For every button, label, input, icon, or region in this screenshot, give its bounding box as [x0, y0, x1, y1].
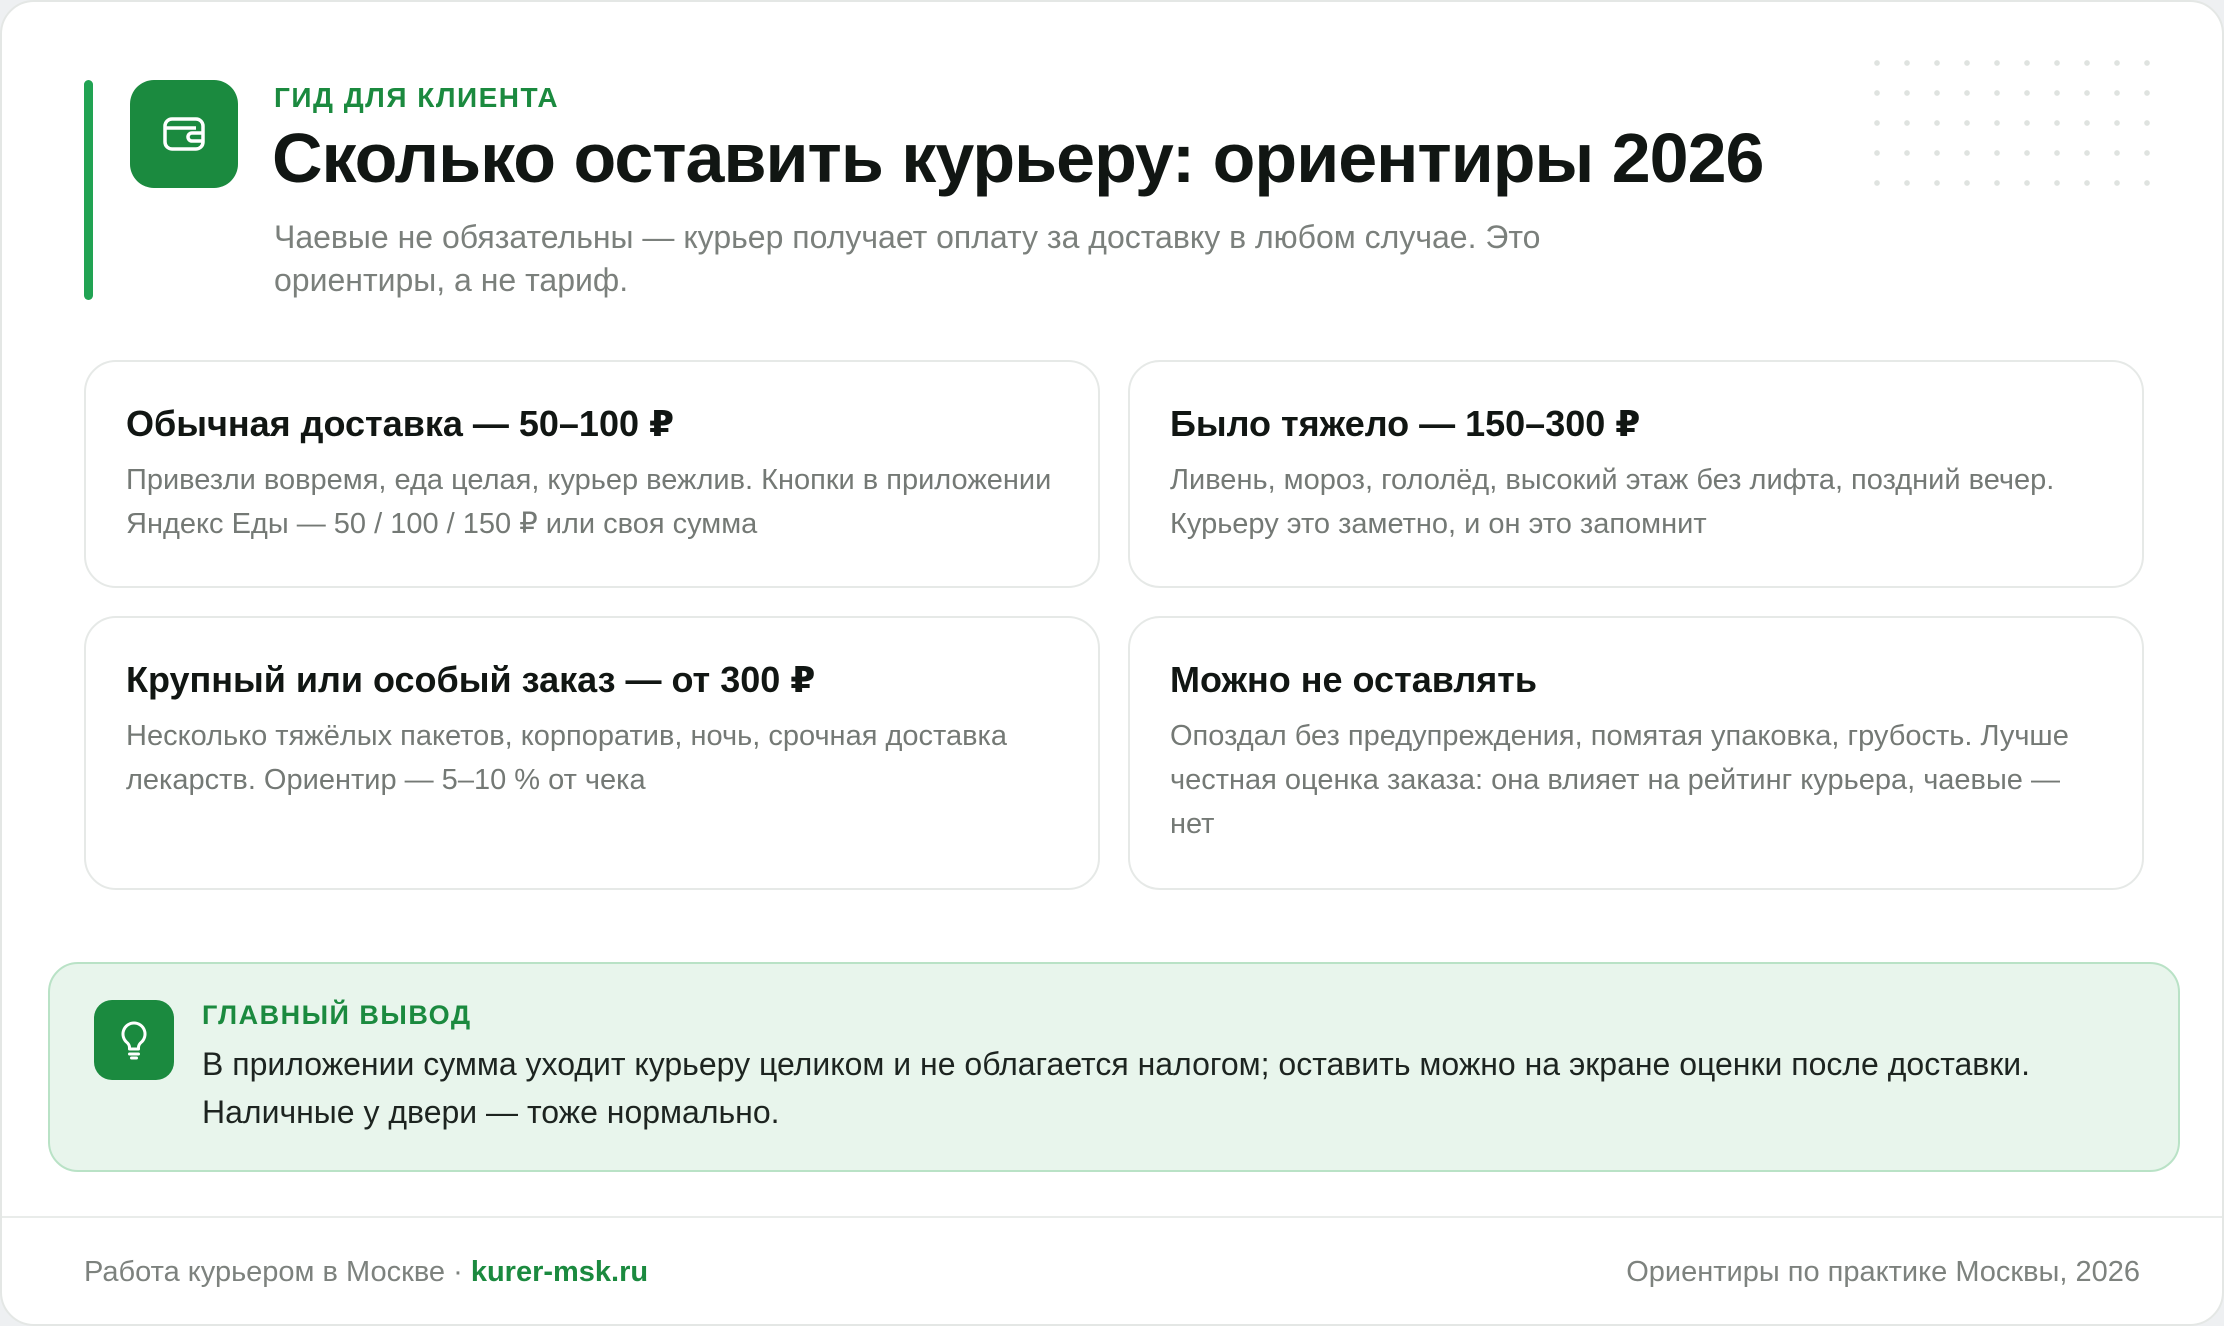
guide-page: ГИД ДЛЯ КЛИЕНТА Сколько оставить курьеру… [0, 0, 2224, 1326]
card-text: Несколько тяжёлых пакетов, корпоратив, н… [126, 720, 1007, 796]
footer-divider [2, 1216, 2222, 1218]
card-title: Обычная доставка — 50–100 ₽ [126, 403, 675, 444]
header-accent-bar [84, 80, 93, 300]
footer-note: Ориентиры по практике Москвы, 2026 [1626, 1256, 2140, 1288]
card-text: Привезли вовремя, еда целая, курьер вежл… [126, 464, 1052, 540]
footer-site-link[interactable]: kurer-msk.ru [471, 1256, 648, 1288]
takeaway-callout: ГЛАВНЫЙ ВЫВОД В приложении сумма уходит … [48, 962, 2180, 1172]
tip-card-optional: Можно не оставлять Опоздал без предупреж… [1128, 616, 2144, 890]
tip-card-hard: Было тяжело — 150–300 ₽ Ливень, мороз, г… [1128, 360, 2144, 588]
takeaway-text: В приложении сумма уходит курьеру целико… [202, 1046, 2031, 1130]
header-eyebrow: ГИД ДЛЯ КЛИЕНТА [274, 82, 560, 113]
card-title: Можно не оставлять [1170, 659, 1538, 700]
takeaway-label: ГЛАВНЫЙ ВЫВОД [202, 1000, 472, 1030]
wallet-icon [130, 80, 238, 188]
page-subtitle: Чаевые не обязательны — курьер получает … [274, 219, 1541, 298]
tip-card-large-order: Крупный или особый заказ — от 300 ₽ Неск… [84, 616, 1100, 890]
card-title: Было тяжело — 150–300 ₽ [1170, 403, 1641, 444]
footer-source-label: Работа курьером в Москве · [84, 1256, 471, 1288]
tip-card-regular: Обычная доставка — 50–100 ₽ Привезли вов… [84, 360, 1100, 588]
card-text: Опоздал без предупреждения, помятая упак… [1170, 720, 2069, 840]
page-title: Сколько оставить курьеру: ориентиры 2026 [272, 119, 1764, 197]
card-text: Ливень, мороз, гололёд, высокий этаж без… [1170, 464, 2055, 540]
decorative-dot-grid [1862, 48, 2162, 198]
footer-source: Работа курьером в Москве · kurer-msk.ru [84, 1256, 648, 1289]
lightbulb-icon [94, 1000, 174, 1080]
card-title: Крупный или особый заказ — от 300 ₽ [126, 659, 816, 700]
